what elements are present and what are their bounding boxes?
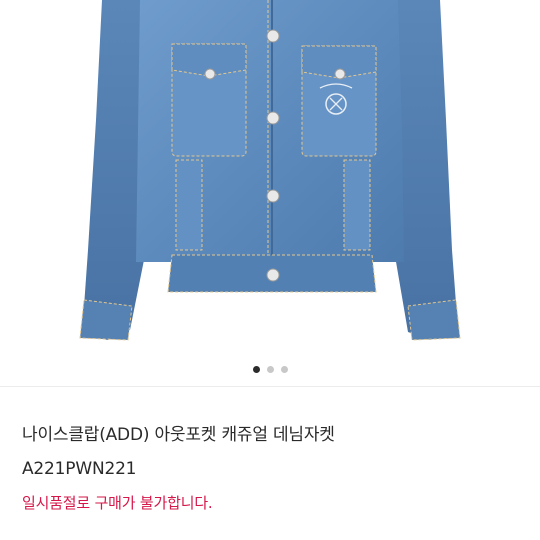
pager-dot-2[interactable] xyxy=(266,365,274,373)
pager-dot-1[interactable] xyxy=(252,365,260,373)
section-divider xyxy=(0,386,540,387)
product-code: A221PWN221 xyxy=(22,459,137,479)
gallery-pager[interactable] xyxy=(0,364,540,374)
product-photo xyxy=(79,0,461,341)
pager-dot-3[interactable] xyxy=(280,365,288,373)
product-info: 나이스클랍(ADD) 아웃포켓 캐쥬얼 데님자켓 A221PWN221 일시품절… xyxy=(22,418,522,514)
product-gallery[interactable] xyxy=(0,0,540,385)
product-title: 나이스클랍(ADD) 아웃포켓 캐쥬얼 데님자켓 A221PWN221 xyxy=(22,418,522,486)
soldout-notice: 일시품절로 구매가 불가합니다. xyxy=(22,494,213,512)
product-title-line1: 나이스클랍(ADD) 아웃포켓 캐쥬얼 데님자켓 xyxy=(22,425,335,445)
